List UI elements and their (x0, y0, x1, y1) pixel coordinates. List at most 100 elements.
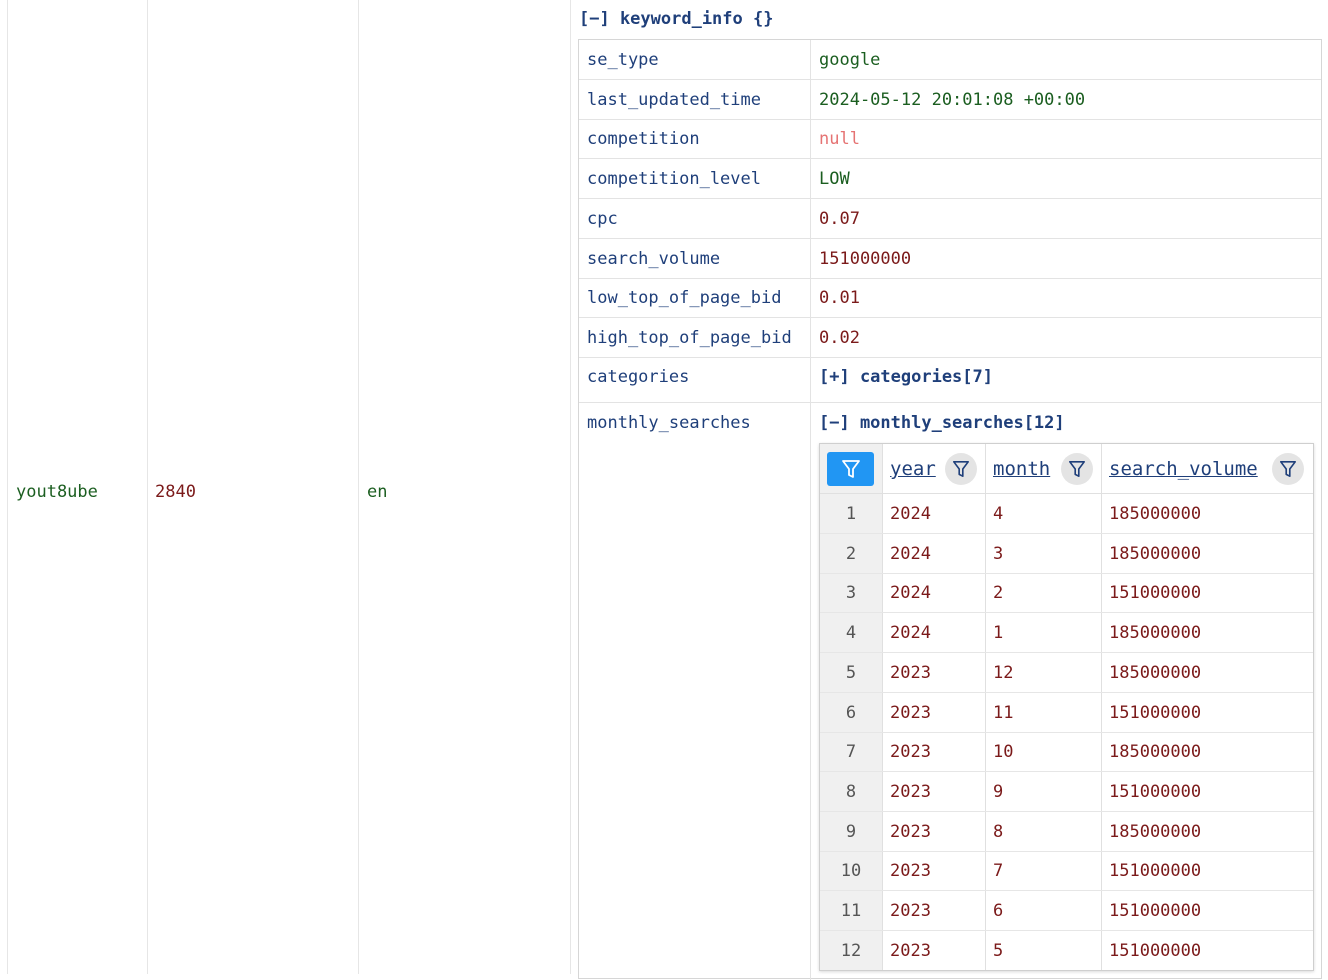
monthly-searches-toggle[interactable]: [−] monthly_searches[12] (819, 411, 1065, 435)
monthly-searches-row: 3 2024 2 151000000 (820, 573, 1313, 613)
monthly-searches-row: 9 2023 8 185000000 (820, 812, 1313, 852)
keyword-info-value: null (819, 129, 860, 149)
keyword-info-key: competition_level (587, 169, 761, 189)
keyword-info-key: last_updated_time (587, 90, 761, 110)
search-volume-cell: 185000000 (1109, 623, 1202, 643)
year-cell: 2023 (890, 782, 931, 802)
month-filter-button[interactable] (1061, 453, 1093, 485)
monthly-searches-row: 2 2024 3 185000000 (820, 534, 1313, 574)
monthly-searches-row: 4 2024 1 185000000 (820, 613, 1313, 653)
keyword-info-key: high_top_of_page_bid (587, 328, 792, 348)
keyword-info-row: low_top_of_page_bid 0.01 (579, 278, 1321, 318)
keyword-info-key: categories (587, 367, 690, 387)
monthly-searches-row: 11 2023 6 151000000 (820, 891, 1313, 931)
monthly-searches-row: 6 2023 11 151000000 (820, 693, 1313, 733)
monthly-searches-table: year month search_volume 1 2024 4 185000000… (819, 443, 1314, 971)
year-filter-button[interactable] (945, 453, 977, 485)
search-volume-filter-button[interactable] (1272, 453, 1304, 485)
year-cell: 2023 (890, 742, 931, 762)
row-index: 7 (845, 742, 857, 762)
keyword-info-value: 151000000 (819, 249, 912, 269)
year-cell: 2024 (890, 623, 931, 643)
keyword-info-key: monthly_searches (587, 413, 751, 433)
keyword-info-toggle[interactable]: [−] keyword_info {} (579, 7, 773, 31)
language-code-value: en (367, 482, 388, 502)
outer-column-location-code: 2840 (147, 0, 358, 974)
search-volume-cell: 151000000 (1109, 583, 1202, 603)
monthly-searches-row: 8 2023 9 151000000 (820, 772, 1313, 812)
month-cell: 4 (993, 504, 1004, 524)
year-cell: 2023 (890, 901, 931, 921)
row-index: 4 (845, 623, 857, 643)
keyword-info-row: last_updated_time 2024-05-12 20:01:08 +00… (579, 80, 1321, 120)
column-header-month[interactable]: month (993, 457, 1050, 481)
keyword-info-key: cpc (587, 209, 618, 229)
monthly-searches-row: 12 2023 5 151000000 (820, 931, 1313, 971)
column-header-year[interactable]: year (890, 457, 936, 481)
monthly-searches-header-row: year month search_volume (820, 444, 1313, 494)
year-cell: 2024 (890, 504, 931, 524)
keyword-info-value: 2024-05-12 20:01:08 +00:00 (819, 90, 1086, 110)
filter-funnel-icon (1068, 460, 1086, 478)
keyword-info-key: se_type (587, 50, 659, 70)
keyword-info-row: cpc 0.07 (579, 199, 1321, 239)
keyword-value: yout8ube (16, 482, 98, 502)
search-volume-cell: 185000000 (1109, 663, 1202, 683)
keyword-info-value: google (819, 50, 881, 70)
monthly-searches-row: 10 2023 7 151000000 (820, 851, 1313, 891)
year-cell: 2023 (890, 861, 931, 881)
row-index: 9 (845, 822, 857, 842)
keyword-info-row: competition_level LOW (579, 159, 1321, 199)
year-cell: 2024 (890, 544, 931, 564)
search-volume-cell: 151000000 (1109, 782, 1202, 802)
outer-column-language-code: en (358, 0, 570, 974)
filter-toggle-button[interactable] (827, 452, 874, 486)
search-volume-cell: 151000000 (1109, 861, 1202, 881)
row-index: 1 (845, 504, 857, 524)
row-index: 3 (845, 583, 857, 603)
month-cell: 2 (993, 583, 1004, 603)
filter-funnel-icon (952, 460, 970, 478)
keyword-info-row: competition null (579, 119, 1321, 159)
row-index: 10 (840, 861, 862, 881)
month-cell: 10 (993, 742, 1014, 762)
year-cell: 2023 (890, 663, 931, 683)
month-cell: 3 (993, 544, 1004, 564)
year-cell: 2023 (890, 941, 931, 961)
search-volume-cell: 151000000 (1109, 901, 1202, 921)
keyword-info-value: 0.01 (819, 288, 860, 308)
row-index: 2 (845, 544, 857, 564)
keyword-info-value: LOW (819, 169, 850, 189)
keyword-info-row: search_volume 151000000 (579, 239, 1321, 279)
monthly-searches-row: 1 2024 4 185000000 (820, 494, 1313, 534)
keyword-info-row: high_top_of_page_bid 0.02 (579, 318, 1321, 358)
row-index: 11 (840, 901, 862, 921)
month-cell: 5 (993, 941, 1004, 961)
monthly-searches-row: 5 2023 12 185000000 (820, 653, 1313, 693)
search-volume-cell: 151000000 (1109, 703, 1202, 723)
keyword-info-key: low_top_of_page_bid (587, 288, 782, 308)
search-volume-cell: 185000000 (1109, 504, 1202, 524)
row-index: 6 (845, 703, 857, 723)
categories-toggle[interactable]: [+] categories[7] (819, 365, 993, 389)
search-volume-cell: 185000000 (1109, 544, 1202, 564)
location-code-value: 2840 (155, 482, 196, 502)
keyword-info-row-categories: categories [+] categories[7] (579, 357, 1321, 403)
year-cell: 2024 (890, 583, 931, 603)
outer-column-keyword: yout8ube (7, 0, 147, 974)
month-cell: 11 (993, 703, 1014, 723)
monthly-searches-row: 7 2023 10 185000000 (820, 732, 1313, 772)
filter-funnel-icon (1279, 460, 1297, 478)
keyword-info-value: 0.02 (819, 328, 860, 348)
filter-funnel-icon (841, 460, 860, 478)
search-volume-cell: 185000000 (1109, 822, 1202, 842)
keyword-info-key: search_volume (587, 249, 721, 269)
month-cell: 12 (993, 663, 1014, 683)
month-cell: 6 (993, 901, 1004, 921)
column-header-search-volume[interactable]: search_volume (1109, 457, 1258, 481)
search-volume-cell: 185000000 (1109, 742, 1202, 762)
row-index: 8 (845, 782, 857, 802)
year-cell: 2023 (890, 703, 931, 723)
year-cell: 2023 (890, 822, 931, 842)
keyword-info-key: competition (587, 129, 700, 149)
